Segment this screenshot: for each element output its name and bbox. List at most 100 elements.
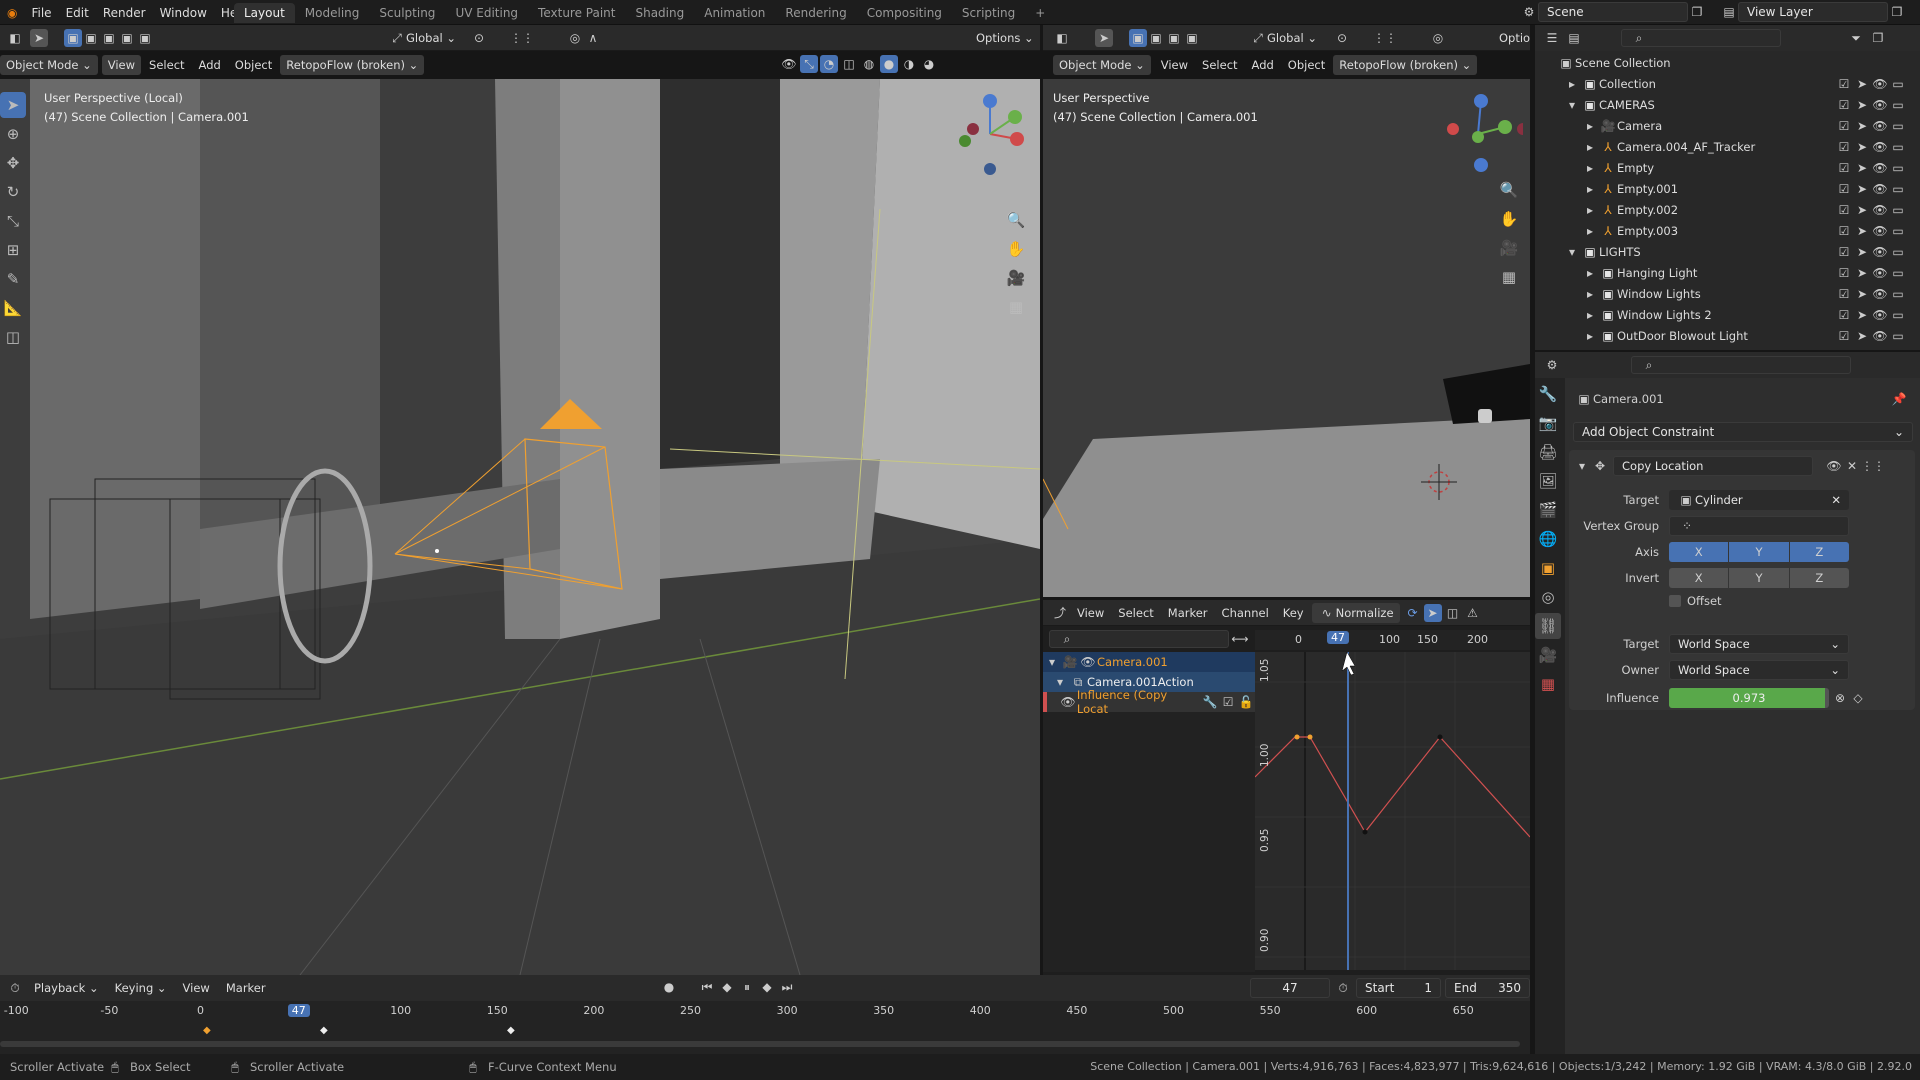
outliner-row[interactable]: ▾ ▣ CAMERAS ☑ ➤ 👁 ▭: [1535, 94, 1915, 115]
render-icon[interactable]: ▭: [1889, 159, 1907, 177]
navigation-gizmo[interactable]: [945, 89, 1035, 179]
exclude-checkbox-icon[interactable]: ☑: [1835, 201, 1853, 219]
visibility-eye-icon[interactable]: 👁: [1871, 306, 1889, 324]
axis-x-toggle[interactable]: X: [1669, 542, 1729, 562]
tab-modeling[interactable]: Modeling: [295, 3, 370, 23]
selectable-icon[interactable]: ➤: [1853, 222, 1871, 240]
channel-swap-icon[interactable]: ⟷: [1231, 630, 1249, 648]
outliner-row[interactable]: ▾ ▣ LIGHTS ☑ ➤ 👁 ▭: [1535, 241, 1915, 262]
outliner-row[interactable]: ▸ 🎥 Camera ☑ ➤ 👁 ▭: [1535, 115, 1915, 136]
render-icon[interactable]: ▭: [1889, 96, 1907, 114]
stopwatch-icon[interactable]: ⏱: [1334, 979, 1352, 997]
viewport-left[interactable]: ◧ ➤ ▣ ▣ ▣ ▣ ▣ ⤢ Global ⌄ ⊙ ⋮⋮ ◎ ∧ Options…: [0, 25, 1040, 975]
mute-checkbox-icon[interactable]: ☑: [1219, 693, 1237, 711]
jump-end-icon[interactable]: ⏭: [778, 978, 796, 996]
camera-view-icon-right[interactable]: 🎥: [1496, 235, 1522, 261]
owner-space-dropdown[interactable]: World Space ⌄: [1669, 660, 1849, 680]
pivot-icon[interactable]: ⊙: [470, 29, 488, 47]
render-icon[interactable]: ▭: [1889, 222, 1907, 240]
viewport-right[interactable]: ◧ ➤ ▣ ▣ ▣ ▣ ⤢ Global ⌄ ⊙ ⋮⋮ ◎ Optio Objec…: [1043, 25, 1530, 597]
invert-y-toggle[interactable]: Y: [1729, 568, 1789, 588]
render-icon[interactable]: ▭: [1889, 327, 1907, 345]
exclude-checkbox-icon[interactable]: ☑: [1835, 264, 1853, 282]
select-mode-extend-icon[interactable]: ▣: [82, 29, 100, 47]
retopoflow-dropdown-right[interactable]: RetopoFlow (broken) ⌄: [1333, 55, 1478, 75]
pivot-icon-right[interactable]: ⊙: [1333, 29, 1351, 47]
panel-collapse-icon[interactable]: ▾: [1573, 457, 1591, 475]
expand-icon[interactable]: ▸: [1581, 180, 1599, 198]
expand-icon[interactable]: ▸: [1581, 117, 1599, 135]
constraint-name-field[interactable]: Copy Location: [1613, 456, 1813, 476]
graph-menu-marker[interactable]: Marker: [1162, 603, 1214, 623]
outliner-filter-icon[interactable]: ⏷: [1847, 29, 1865, 47]
rotate-tool-icon[interactable]: ↻: [0, 179, 26, 205]
rendered-shading-icon[interactable]: ◕: [920, 55, 938, 73]
tab-rendering[interactable]: Rendering: [775, 3, 856, 23]
selectable-icon[interactable]: ➤: [1853, 285, 1871, 303]
outliner-row[interactable]: ▸ ⅄ Empty.001 ☑ ➤ 👁 ▭: [1535, 178, 1915, 199]
overlay-toggle-icon[interactable]: ◔: [820, 55, 838, 73]
texture-tab-icon[interactable]: ▦: [1535, 671, 1561, 697]
visibility-eye-icon[interactable]: 👁: [1871, 264, 1889, 282]
channel-row-fcurve[interactable]: 👁 Influence (Copy Locat 🔧 ☑ 🔓: [1043, 688, 1255, 716]
selectable-icon[interactable]: ➤: [1853, 96, 1871, 114]
exclude-checkbox-icon[interactable]: ☑: [1835, 180, 1853, 198]
output-tab-icon[interactable]: 🖨: [1535, 439, 1561, 465]
select-mode-subtract-icon-right[interactable]: ▣: [1165, 29, 1183, 47]
expand-icon[interactable]: ▸: [1563, 75, 1581, 93]
normalize-toggle[interactable]: ∿ Normalize: [1311, 602, 1400, 623]
timeline-editor-type-icon[interactable]: ⏱: [6, 979, 24, 997]
expand-icon[interactable]: ▾: [1051, 673, 1069, 691]
tab-scripting[interactable]: Scripting: [952, 3, 1025, 23]
tab-layout[interactable]: Layout: [234, 2, 295, 23]
outliner-root-row[interactable]: ▣ Scene Collection: [1535, 52, 1915, 73]
visibility-eye-icon[interactable]: 👁: [1871, 201, 1889, 219]
outliner-row[interactable]: ▸ ▣ OutDoor Blowout Light ☑ ➤ 👁 ▭: [1535, 325, 1915, 346]
measure-tool-icon[interactable]: 📐: [0, 295, 26, 321]
filter-selected-icon[interactable]: ➤: [1423, 603, 1442, 622]
start-frame-field[interactable]: Start 1: [1356, 978, 1441, 998]
add-object-constraint-dropdown[interactable]: Add Object Constraint ⌄: [1573, 422, 1913, 442]
channel-row-object[interactable]: ▾ 🎥 👁 Camera.001: [1043, 652, 1255, 672]
pan-icon[interactable]: ✋: [1003, 236, 1029, 262]
menu-add-right[interactable]: Add: [1246, 55, 1280, 75]
visibility-eye-icon[interactable]: 👁: [1871, 159, 1889, 177]
render-icon[interactable]: ▭: [1889, 180, 1907, 198]
blender-icon[interactable]: ◉: [0, 6, 24, 20]
outliner-row[interactable]: ▸ ▣ Window Lights 2 ☑ ➤ 👁 ▭: [1535, 304, 1915, 325]
exclude-checkbox-icon[interactable]: ☑: [1835, 159, 1853, 177]
select-mode-extend-icon-right[interactable]: ▣: [1147, 29, 1165, 47]
modifier-wrench-icon[interactable]: 🔧: [1201, 693, 1219, 711]
graph-canvas[interactable]: 1.05 1.00 0.95 0.90: [1254, 651, 1531, 970]
prev-keyframe-icon[interactable]: ◆: [718, 978, 736, 996]
timeline-menu-keying[interactable]: Keying ⌄: [109, 978, 173, 998]
visibility-eye-icon[interactable]: 👁: [1871, 180, 1889, 198]
selectable-icon[interactable]: ➤: [1853, 180, 1871, 198]
keyframe-diamond[interactable]: ◆: [203, 1025, 211, 1036]
menu-view-right[interactable]: View: [1155, 55, 1194, 75]
copy-view-layer-icon[interactable]: ❐: [1888, 3, 1906, 21]
transform-orientation-dropdown-right[interactable]: ⤢ Global ⌄: [1243, 28, 1323, 48]
render-icon[interactable]: ▭: [1889, 201, 1907, 219]
selectable-icon[interactable]: ➤: [1853, 117, 1871, 135]
next-keyframe-icon[interactable]: ◆: [758, 978, 776, 996]
timeline-menu-view[interactable]: View: [177, 978, 216, 998]
tab-uv-editing[interactable]: UV Editing: [445, 3, 528, 23]
visibility-eye-icon[interactable]: 👁: [1871, 75, 1889, 93]
selectable-icon[interactable]: ➤: [1853, 264, 1871, 282]
exclude-checkbox-icon[interactable]: ☑: [1835, 285, 1853, 303]
timeline-menu-playback[interactable]: Playback ⌄: [28, 978, 105, 998]
scene-tab-icon[interactable]: 🎬: [1535, 497, 1561, 523]
proportional-edit-icon[interactable]: ◎: [566, 29, 584, 47]
tab-shading[interactable]: Shading: [625, 3, 694, 23]
current-frame-field[interactable]: 47: [1250, 978, 1330, 998]
expand-icon[interactable]: ▾: [1563, 243, 1581, 261]
view-layer-tab-icon[interactable]: 🖼: [1535, 468, 1561, 494]
menu-select[interactable]: Select: [143, 55, 190, 75]
move-tool-icon[interactable]: ✥: [0, 150, 26, 176]
clear-target-icon[interactable]: ✕: [1831, 493, 1841, 507]
menu-object[interactable]: Object: [229, 55, 278, 75]
menu-edit[interactable]: Edit: [59, 6, 96, 20]
exclude-checkbox-icon[interactable]: ☑: [1835, 306, 1853, 324]
render-icon[interactable]: ▭: [1889, 264, 1907, 282]
